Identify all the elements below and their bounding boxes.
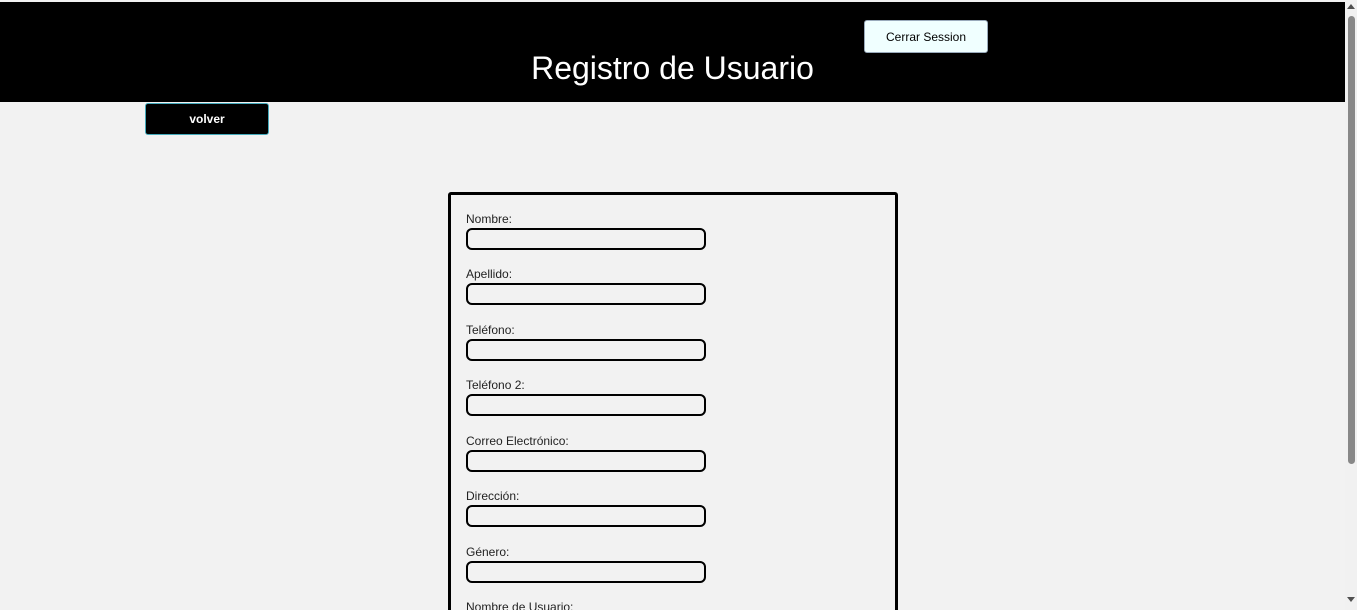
- address-field[interactable]: [466, 505, 706, 527]
- last-name-field[interactable]: [466, 283, 706, 305]
- page: Registro de Usuario Cerrar Session volve…: [0, 0, 1345, 610]
- username-label: Nombre de Usuario:: [466, 600, 574, 610]
- address-label: Dirección:: [466, 489, 520, 503]
- phone-2-field[interactable]: [466, 394, 706, 416]
- phone-field[interactable]: [466, 339, 706, 361]
- gender-field[interactable]: [466, 561, 706, 583]
- header-bar: Registro de Usuario Cerrar Session: [0, 2, 1345, 102]
- logout-button[interactable]: Cerrar Session: [864, 20, 988, 53]
- scrollbar-thumb[interactable]: [1348, 16, 1355, 464]
- email-label: Correo Electrónico:: [466, 434, 569, 448]
- first-name-field[interactable]: [466, 228, 706, 250]
- phone-label: Teléfono:: [466, 323, 515, 337]
- registration-form: Nombre: Apellido: Teléfono: Teléfono 2: …: [448, 192, 898, 610]
- vertical-scrollbar[interactable]: [1345, 0, 1357, 610]
- scroll-down-arrow-icon[interactable]: [1347, 597, 1355, 602]
- scroll-up-arrow-icon[interactable]: [1347, 4, 1355, 9]
- phone-2-label: Teléfono 2:: [466, 378, 525, 392]
- last-name-label: Apellido:: [466, 267, 513, 281]
- email-field[interactable]: [466, 450, 706, 472]
- first-name-label: Nombre:: [466, 212, 513, 226]
- page-title: Registro de Usuario: [531, 50, 814, 86]
- back-button[interactable]: volver: [145, 103, 269, 135]
- gender-label: Género:: [466, 545, 510, 559]
